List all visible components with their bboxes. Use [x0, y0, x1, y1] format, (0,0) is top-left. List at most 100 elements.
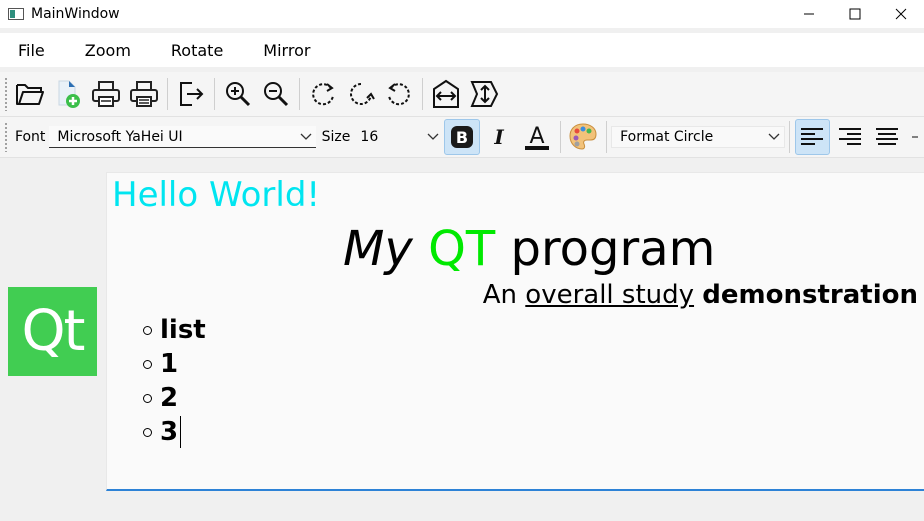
chevron-down-icon [768, 133, 780, 140]
zoom-out-button[interactable] [258, 76, 294, 112]
list-item: 1 [143, 347, 206, 381]
exit-icon [180, 82, 204, 106]
heading-my: My [343, 221, 413, 277]
mirror-horizontal-button[interactable] [428, 76, 464, 112]
list-item-text: list [160, 315, 206, 345]
open-folder-icon [16, 84, 44, 105]
hello-text: Hello World! [112, 175, 321, 215]
window-controls [786, 0, 924, 28]
toolbar-separator [422, 78, 423, 110]
rotate-270-icon [388, 83, 410, 106]
text-color-icon: A [524, 124, 549, 150]
heading-qt: QT [428, 221, 496, 277]
text-editor[interactable]: Hello World! My QT program An overall st… [106, 172, 924, 491]
zoom-in-icon [226, 82, 251, 107]
print-icon [92, 81, 120, 107]
toolbar-extension-button[interactable] [907, 119, 923, 155]
list-item: list [143, 313, 206, 347]
toolbar-handle[interactable] [4, 77, 8, 111]
text-cursor [180, 416, 182, 448]
bold-button[interactable]: B [444, 119, 480, 155]
toolbar-separator [606, 121, 608, 153]
print-preview-icon [130, 81, 158, 107]
list-item: 2 [143, 381, 206, 415]
align-justify-button[interactable] [870, 119, 905, 155]
close-icon [895, 8, 907, 20]
mirror-horizontal-icon [433, 79, 459, 108]
print-button[interactable] [88, 76, 124, 112]
zoom-out-icon [264, 82, 289, 107]
rotate-180-button[interactable] [343, 76, 379, 112]
circle-bullet-icon [143, 325, 152, 335]
align-left-icon [801, 128, 824, 145]
circle-list: list 1 2 3 [143, 313, 206, 449]
italic-icon: I [494, 125, 505, 149]
size-combobox[interactable]: 16 [352, 126, 444, 148]
list-item-text: 3 [160, 417, 179, 447]
app-icon [8, 8, 24, 20]
svg-text:I: I [494, 125, 505, 149]
circle-bullet-icon [143, 359, 152, 369]
toolbar-separator [559, 121, 561, 153]
toolbar-separator [299, 78, 300, 110]
toolbar-handle[interactable] [4, 122, 8, 152]
align-left-button[interactable] [794, 119, 831, 155]
toolbar-separator [214, 78, 215, 110]
minimize-button[interactable] [786, 0, 832, 28]
circle-bullet-icon [143, 427, 152, 437]
minimize-icon [804, 13, 814, 15]
new-button[interactable] [50, 76, 86, 112]
main-toolbar [0, 72, 924, 117]
exit-button[interactable] [173, 76, 209, 112]
list-format-value: Format Circle [620, 129, 714, 145]
zoom-in-button[interactable] [220, 76, 256, 112]
qt-logo: Qt [8, 287, 97, 376]
align-right-icon [838, 128, 861, 145]
print-preview-button[interactable] [126, 76, 162, 112]
rotate-90-icon [312, 83, 334, 106]
format-toolbar: Font Microsoft YaHei UI Size 16 B I A Fo… [0, 117, 924, 158]
menu-bar: File Zoom Rotate Mirror [0, 33, 924, 67]
bold-icon: B [450, 126, 473, 148]
list-item: 3 [143, 415, 206, 449]
svg-text:B: B [456, 128, 468, 147]
toolbar-separator [788, 121, 790, 153]
subline-an: An [482, 280, 518, 310]
palette-icon [569, 123, 597, 150]
italic-button[interactable]: I [482, 119, 517, 155]
size-label: Size [321, 129, 351, 145]
font-label: Font [14, 129, 46, 145]
list-item-text: 1 [160, 349, 179, 379]
list-item-text: 2 [160, 383, 179, 413]
rotate-90-button[interactable] [305, 76, 341, 112]
title-bar: MainWindow [0, 0, 924, 28]
menu-mirror[interactable]: Mirror [253, 41, 320, 60]
maximize-button[interactable] [832, 0, 878, 28]
menu-rotate[interactable]: Rotate [161, 41, 233, 60]
chevron-down-icon [427, 133, 439, 140]
heading-program: program [510, 221, 716, 277]
mirror-vertical-icon [470, 81, 499, 107]
chevron-right-icon [912, 136, 919, 138]
maximize-icon [849, 8, 861, 20]
qt-logo-text: Qt [21, 299, 85, 364]
palette-button[interactable] [566, 119, 601, 155]
font-combobox-value: Microsoft YaHei UI [57, 128, 183, 145]
rotate-180-icon [350, 83, 375, 105]
document-subline: An overall study demonstration [483, 280, 918, 310]
open-button[interactable] [12, 76, 48, 112]
font-combobox[interactable]: Microsoft YaHei UI [49, 126, 316, 148]
list-format-combobox[interactable]: Format Circle [611, 126, 785, 148]
mirror-vertical-button[interactable] [466, 76, 502, 112]
close-button[interactable] [878, 0, 924, 28]
toolbar-separator [167, 78, 168, 110]
chevron-down-icon [300, 133, 312, 140]
rotate-270-button[interactable] [381, 76, 417, 112]
text-color-button[interactable]: A [519, 119, 554, 155]
new-file-icon [58, 80, 80, 108]
align-right-button[interactable] [832, 119, 867, 155]
menu-file[interactable]: File [8, 41, 55, 60]
window-title: MainWindow [31, 6, 120, 22]
circle-bullet-icon [143, 393, 152, 403]
menu-zoom[interactable]: Zoom [75, 41, 141, 60]
